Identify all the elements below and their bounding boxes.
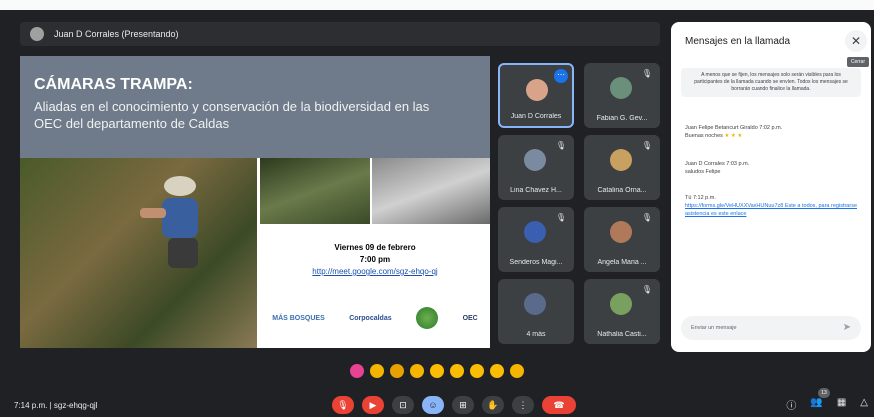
clap-icon[interactable]: [410, 364, 424, 378]
event-link[interactable]: http://meet.google.com/sgz-ehqo-qj: [260, 266, 490, 278]
message-text: Buenas noches ★ ★ ★: [685, 133, 743, 139]
participant-tile-senderos[interactable]: 🎙 Senderos Magi...: [498, 207, 574, 272]
activities-icon[interactable]: △: [860, 397, 868, 412]
participant-tile-fabian[interactable]: 🎙 Fabian G. Gev...: [584, 63, 660, 128]
more-options-icon[interactable]: ⋯: [554, 69, 568, 83]
raise-hand-icon[interactable]: ✋: [482, 396, 504, 414]
top-border: [0, 0, 874, 10]
event-date: Viernes 09 de febrero: [334, 243, 416, 252]
chat-message: Juan Felipe Betancurt Giraldo 7:02 p.m. …: [685, 124, 861, 140]
logo-mas-bosques: MÁS BOSQUES: [272, 314, 325, 322]
presenter-bar: Juan D Corrales (Presentando): [20, 22, 660, 46]
avatar: [524, 149, 546, 171]
avatar: [610, 149, 632, 171]
presenter-label: Juan D Corrales (Presentando): [54, 29, 179, 39]
participant-name: Lina Chavez H...: [510, 187, 562, 194]
slide-photo-researcher: [20, 158, 257, 348]
mic-off-icon: 🎙: [641, 141, 652, 150]
slide-subtitle: Aliadas en el conocimiento y conservació…: [34, 99, 430, 131]
logo-circle-icon: [416, 307, 439, 329]
participant-name: 4 más: [526, 331, 546, 338]
info-icon[interactable]: ⓘ: [786, 397, 796, 412]
close-tooltip: Cerrar: [846, 57, 869, 67]
thumbs-up-icon[interactable]: [370, 364, 384, 378]
presenter-avatar-icon: [30, 27, 44, 41]
mic-off-icon: 🎙: [641, 69, 652, 78]
surprised-icon[interactable]: [450, 364, 464, 378]
message-sender: Juan Felipe Betancurt Giraldo 7:02 p.m.: [685, 125, 783, 131]
mic-off-icon: 🎙: [641, 285, 652, 294]
slide-title: CÁMARAS TRAMPA:: [34, 76, 193, 93]
close-icon[interactable]: ✕: [845, 30, 867, 52]
participant-name: Fabian G. Gev...: [596, 115, 648, 122]
message-text: saludos Felipe: [685, 169, 721, 175]
laugh-icon[interactable]: [430, 364, 444, 378]
send-icon[interactable]: ➤: [843, 322, 851, 333]
chat-message: Tú 7:12 p.m. https://forms.gle/VeHUXXVax…: [685, 194, 861, 218]
participant-name: Juan D Corrales: [510, 113, 562, 120]
shared-slide: CÁMARAS TRAMPA: Aliadas en el conocimien…: [20, 56, 490, 348]
end-call-icon[interactable]: ☎: [542, 396, 576, 414]
participant-tile-catalina[interactable]: 🎙 Catalina Orna...: [584, 135, 660, 200]
avatar: [610, 77, 632, 99]
researcher-illustration: [140, 176, 198, 268]
chat-title: Mensajes en la llamada: [685, 36, 791, 47]
message-sender: Tú 7:12 p.m.: [685, 195, 716, 201]
chat-message: Juan D Corrales 7:03 p.m. saludos Felipe: [685, 160, 861, 176]
more-options-icon[interactable]: ⋮: [512, 396, 534, 414]
thinking-icon[interactable]: [490, 364, 504, 378]
participant-tile-juan[interactable]: ⋯ Juan D Corrales: [498, 63, 574, 128]
avatar: [610, 293, 632, 315]
captions-icon[interactable]: ⊡: [392, 396, 414, 414]
present-icon[interactable]: ⊞: [452, 396, 474, 414]
message-text[interactable]: https://forms.gle/VeHUXXVaxHUNuu7z8 Este…: [685, 202, 861, 218]
slide-photo-forest: [260, 158, 370, 224]
right-controls: ⓘ 👥 ▦ △: [786, 397, 868, 412]
chat-notice: A menos que se fijen, los mensajes solo …: [681, 68, 861, 97]
participant-name: Nathalia Casti...: [597, 331, 647, 338]
control-bar: 🎙 ▶ ⊡ ☺ ⊞ ✋ ⋮ ☎: [332, 396, 576, 414]
participant-name: Senderos Magi...: [509, 259, 563, 266]
mic-toggle-icon[interactable]: 🎙: [332, 396, 354, 414]
party-icon[interactable]: [390, 364, 404, 378]
event-info: Viernes 09 de febrero 7:00 pm http://mee…: [260, 242, 490, 278]
avatar: [610, 221, 632, 243]
camera-toggle-icon[interactable]: ▶: [362, 396, 384, 414]
emoji-icon[interactable]: ☺: [422, 396, 444, 414]
people-icon[interactable]: 👥: [810, 397, 822, 412]
mic-off-icon: 🎙: [555, 213, 566, 222]
meeting-info: 7:14 p.m. | sgz-ehqg-qjl: [14, 401, 98, 410]
message-sender: Juan D Corrales 7:03 p.m.: [685, 161, 750, 167]
chat-panel: Mensajes en la llamada ✕ Cerrar A menos …: [671, 22, 871, 352]
participant-name: Angela Maria ...: [597, 259, 647, 266]
participant-tile-nathalia[interactable]: 🎙 Nathalia Casti...: [584, 279, 660, 344]
mic-off-icon: 🎙: [641, 213, 652, 222]
participant-tile-lina[interactable]: 🎙 Lina Chavez H...: [498, 135, 574, 200]
chat-input[interactable]: Enviar un mensaje ➤: [681, 316, 861, 340]
heart-icon[interactable]: [350, 364, 364, 378]
star-icons: ★ ★ ★: [724, 133, 743, 139]
reaction-bar: [350, 364, 524, 378]
logo-corpocaldas: Corpocaldas: [349, 314, 392, 322]
participant-tile-more[interactable]: 4 más: [498, 279, 574, 344]
chat-icon[interactable]: ▦: [837, 397, 846, 412]
slide-photo-camera-trap: [372, 158, 490, 224]
avatar: [524, 221, 546, 243]
sad-icon[interactable]: [470, 364, 484, 378]
participant-tile-angela[interactable]: 🎙 Angela Maria ...: [584, 207, 660, 272]
event-time: 7:00 pm: [359, 255, 391, 264]
participant-name: Catalina Orna...: [597, 187, 647, 194]
slide-logos: MÁS BOSQUES Corpocaldas OEC: [260, 296, 490, 340]
avatar: [524, 293, 546, 315]
chat-input-placeholder: Enviar un mensaje: [691, 325, 737, 331]
avatar: [526, 79, 548, 101]
thumbs-down-icon[interactable]: [510, 364, 524, 378]
mic-off-icon: 🎙: [555, 141, 566, 150]
logo-oec: OEC: [462, 314, 478, 322]
